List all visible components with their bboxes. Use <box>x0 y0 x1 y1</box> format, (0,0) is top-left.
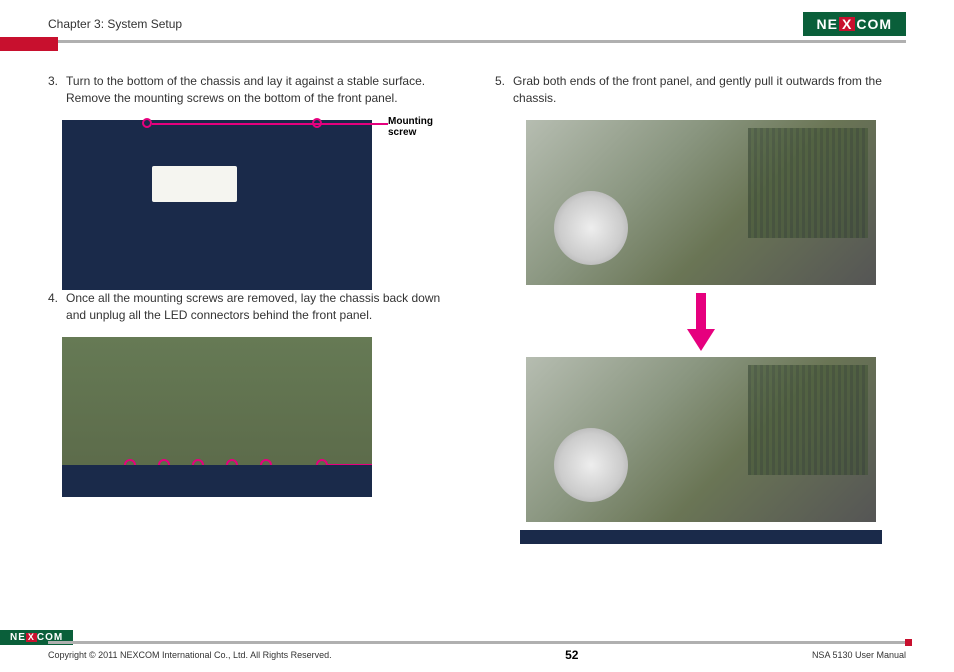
callout-leader-line <box>152 123 388 125</box>
step-5: 5. Grab both ends of the front panel, an… <box>495 73 906 108</box>
detached-front-panel <box>520 530 882 544</box>
brand-left: NE <box>10 632 26 643</box>
product-label-sticker <box>152 166 237 202</box>
arrow-down-icon <box>687 329 715 351</box>
figure-chassis-open-after <box>526 357 876 522</box>
hard-drive-icon <box>554 428 628 502</box>
callout-leader-line <box>328 464 372 466</box>
brand-right: COM <box>856 16 892 32</box>
right-column: 5. Grab both ends of the front panel, an… <box>495 73 906 530</box>
step-4-number: 4. <box>48 290 58 325</box>
led-connector-marker <box>158 459 170 471</box>
footer-rule <box>48 641 906 644</box>
brand-x-icon: X <box>26 633 37 642</box>
step-4-text: Once all the mounting screws are removed… <box>66 290 459 325</box>
led-connector-marker <box>124 459 136 471</box>
step-4: 4. Once all the mounting screws are remo… <box>48 290 459 325</box>
brand-logo-top: NEXCOM <box>803 12 906 36</box>
brand-x-icon: X <box>839 17 855 31</box>
led-connector-marker <box>226 459 238 471</box>
step-3: 3. Turn to the bottom of the chassis and… <box>48 73 459 108</box>
step-5-text: Grab both ends of the front panel, and g… <box>513 73 906 108</box>
mounting-screw-callout: Mounting screw <box>388 116 448 138</box>
page-footer: NEXCOM Copyright © 2011 NEXCOM Internati… <box>0 641 954 662</box>
led-connector-marker <box>260 459 272 471</box>
figure-chassis-open-before <box>526 120 876 285</box>
step-3-text: Turn to the bottom of the chassis and la… <box>66 73 459 108</box>
brand-left: NE <box>817 16 838 32</box>
figure-led-connectors: LED connector <box>62 337 372 497</box>
arrow-stem <box>696 293 706 333</box>
step-3-number: 3. <box>48 73 58 108</box>
motherboard-icon <box>748 365 868 475</box>
chapter-title: Chapter 3: System Setup <box>48 17 182 31</box>
hard-drive-icon <box>554 191 628 265</box>
header-accent-block <box>0 37 58 51</box>
page-number: 52 <box>565 648 578 662</box>
figure-chassis-bottom: Mounting screw <box>62 120 372 290</box>
left-column: 3. Turn to the bottom of the chassis and… <box>48 73 459 530</box>
document-title: NSA 5130 User Manual <box>812 650 906 660</box>
header-rule <box>48 40 906 43</box>
led-connector-marker <box>192 459 204 471</box>
motherboard-icon <box>748 128 868 238</box>
led-connector-marker <box>316 459 328 471</box>
mounting-screw-marker <box>142 118 152 128</box>
copyright-text: Copyright © 2011 NEXCOM International Co… <box>48 650 332 660</box>
step-5-number: 5. <box>495 73 505 108</box>
